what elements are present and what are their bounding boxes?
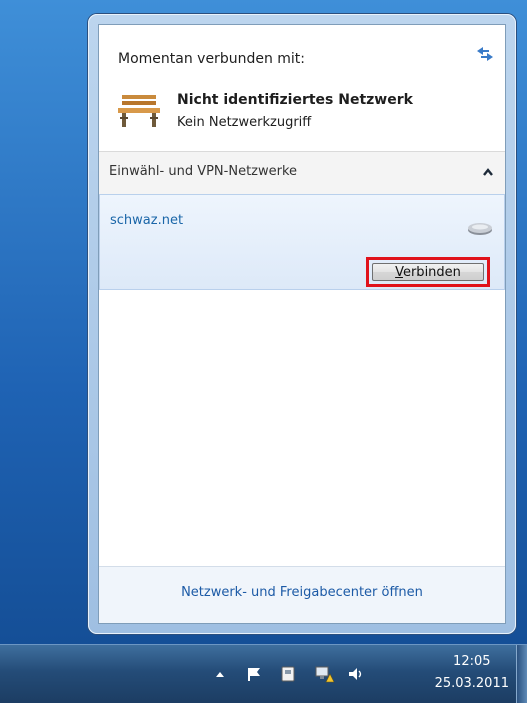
connection-item-schwaz-net[interactable]: schwaz.net Verbinden: [99, 194, 505, 290]
taskbar-clock[interactable]: 12:05 25.03.2011: [435, 651, 509, 695]
show-hidden-icons-arrow[interactable]: [210, 665, 230, 683]
connect-button-label: erbinden: [402, 264, 461, 280]
network-sharing-center-link[interactable]: Netzwerk- und Freigabecenter öffnen: [99, 585, 505, 600]
connect-button-accelerator: V: [395, 264, 403, 280]
taskbar: 12:05 25.03.2011: [0, 644, 527, 703]
connect-button-highlight: Verbinden: [366, 257, 490, 287]
flyout-footer: Netzwerk- und Freigabecenter öffnen: [99, 566, 505, 623]
network-flyout: Momentan verbunden mit: Nicht identifizi…: [88, 14, 516, 634]
vpn-section-header[interactable]: Einwähl- und VPN-Netzwerke: [99, 151, 505, 195]
action-center-flag-icon[interactable]: [244, 665, 264, 683]
clock-date: 25.03.2011: [434, 676, 509, 691]
network-status: Kein Netzwerkzugriff: [177, 115, 312, 130]
modem-icon: [468, 223, 492, 235]
clock-time: 12:05: [453, 654, 491, 669]
section-label: Einwähl- und VPN-Netzwerke: [109, 164, 298, 179]
speaker-icon[interactable]: [346, 665, 366, 683]
connection-name: schwaz.net: [110, 213, 184, 228]
network-name: Nicht identifiziertes Netzwerk: [177, 92, 413, 108]
network-warning-icon[interactable]: [314, 665, 334, 683]
connected-title: Momentan verbunden mit:: [118, 51, 306, 67]
bench-network-icon: [118, 95, 160, 127]
refresh-icon[interactable]: [473, 43, 497, 65]
device-icon[interactable]: [278, 665, 298, 683]
show-desktop-button[interactable]: [516, 645, 527, 703]
flyout-panel: Momentan verbunden mit: Nicht identifizi…: [98, 24, 506, 624]
connect-button[interactable]: Verbinden: [372, 263, 484, 281]
collapse-up-icon[interactable]: [481, 166, 495, 178]
